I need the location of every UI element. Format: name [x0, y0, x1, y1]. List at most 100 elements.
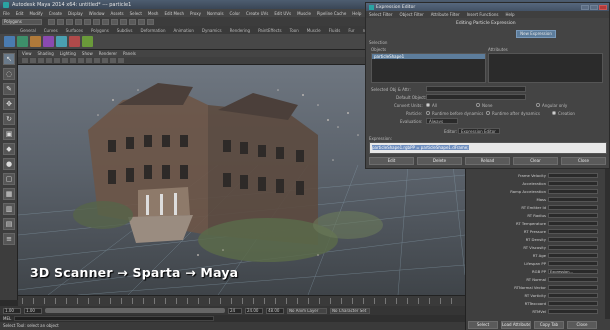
- start-time-field[interactable]: 1.00: [3, 307, 21, 314]
- shelf-tab-painteffects[interactable]: PaintEffects: [256, 27, 284, 34]
- ee-menu-attribute-filter[interactable]: Attribute Filter: [431, 12, 460, 17]
- resolution-gate-icon[interactable]: [62, 58, 68, 63]
- attr-value[interactable]: [548, 221, 598, 226]
- menu-normals[interactable]: Normals: [207, 11, 224, 16]
- runtime-before-radio[interactable]: [426, 111, 430, 115]
- shelf-tab-animation[interactable]: Animation: [172, 27, 196, 34]
- attribute-editor-scrollbar[interactable]: [605, 169, 610, 319]
- scale-tool-icon[interactable]: ▣: [3, 128, 15, 140]
- ee-menu-object-filter[interactable]: Object Filter: [400, 12, 424, 17]
- realflow-daemon-icon[interactable]: [69, 36, 80, 47]
- smooth-shade-icon[interactable]: [78, 58, 84, 63]
- menu-color[interactable]: Color: [230, 11, 240, 16]
- shelf-tab-general[interactable]: General: [18, 27, 38, 34]
- attr-value[interactable]: [548, 293, 598, 298]
- paint-select-icon[interactable]: ✎: [3, 83, 15, 95]
- snap-point-icon[interactable]: [120, 18, 127, 25]
- ee-menu-insert-functions[interactable]: Insert Functions: [467, 12, 499, 17]
- expression-textarea[interactable]: particleShape1.rgbPP = particleShape1.dF…: [369, 142, 607, 154]
- menu-select[interactable]: Select: [130, 11, 142, 16]
- realflow-export-icon[interactable]: [30, 36, 41, 47]
- wireframe-icon[interactable]: [70, 58, 76, 63]
- attr-value[interactable]: [548, 181, 598, 186]
- creation-radio[interactable]: [552, 111, 556, 115]
- select-component-icon[interactable]: [93, 18, 100, 25]
- menu-window[interactable]: Window: [89, 11, 105, 16]
- attr-value[interactable]: [548, 189, 598, 194]
- realflow-emitter-icon[interactable]: [17, 36, 28, 47]
- shelf-tab-fluids[interactable]: Fluids: [327, 27, 343, 34]
- attr-value[interactable]: [548, 253, 598, 258]
- ee-menu-select-filter[interactable]: Select Filter: [369, 12, 393, 17]
- attr-value[interactable]: [548, 197, 598, 202]
- shelf-tab-rendering[interactable]: Rendering: [228, 27, 252, 34]
- shelf-tab-deformation[interactable]: Deformation: [139, 27, 168, 34]
- menu-help[interactable]: Help: [352, 11, 361, 16]
- attr-value[interactable]: [548, 229, 598, 234]
- shelf-tab-polygons[interactable]: Polygons: [89, 27, 111, 34]
- shadows-icon[interactable]: [102, 58, 108, 63]
- ee-minimize-button[interactable]: [581, 4, 589, 10]
- ee-menu-help[interactable]: Help: [505, 12, 514, 17]
- anim-layer-dropdown[interactable]: No Anim Layer: [287, 307, 327, 314]
- show-manipulator-icon[interactable]: ◆: [3, 143, 15, 155]
- panel-menu-view[interactable]: View: [22, 51, 32, 56]
- select-object-icon[interactable]: [84, 18, 91, 25]
- attr-value[interactable]: [548, 261, 598, 266]
- panel-menu-show[interactable]: Show: [82, 51, 93, 56]
- attr-value[interactable]: [548, 205, 598, 210]
- attr-value[interactable]: [548, 301, 598, 306]
- convert-angular-radio[interactable]: [536, 103, 540, 107]
- realflow-mesh-icon[interactable]: [43, 36, 54, 47]
- attr-value[interactable]: [548, 173, 598, 178]
- menu-mesh[interactable]: Mesh: [148, 11, 159, 16]
- attr-value[interactable]: [548, 277, 598, 282]
- default-object-field[interactable]: [426, 94, 526, 100]
- image-plane-icon[interactable]: [38, 58, 44, 63]
- outliner-icon[interactable]: ≡: [3, 233, 15, 245]
- ee-maximize-button[interactable]: [590, 4, 598, 10]
- textured-icon[interactable]: [86, 58, 92, 63]
- objects-list[interactable]: particleShape1: [371, 53, 486, 83]
- menu-edit-uvs[interactable]: Edit UVs: [274, 11, 291, 16]
- attr-select-button[interactable]: Select: [468, 321, 498, 329]
- delete-button[interactable]: Delete: [417, 157, 462, 165]
- open-scene-icon[interactable]: [57, 18, 64, 25]
- menu-edit-mesh[interactable]: Edit Mesh: [164, 11, 184, 16]
- attr-value[interactable]: [548, 245, 598, 250]
- menu-file[interactable]: File: [3, 11, 10, 16]
- character-set-dropdown[interactable]: No Character Set: [330, 307, 370, 314]
- ipr-render-icon[interactable]: [138, 18, 145, 25]
- bookmark-icon[interactable]: [30, 58, 36, 63]
- attr-value[interactable]: [548, 285, 598, 290]
- copy-tab-button[interactable]: Copy Tab: [534, 321, 564, 329]
- shelf-tab-dynamics[interactable]: Dynamics: [200, 27, 224, 34]
- menu-edit[interactable]: Edit: [16, 11, 24, 16]
- selected-obj-attr-field[interactable]: [426, 86, 526, 92]
- single-perspective-layout-icon[interactable]: ▢: [3, 173, 15, 185]
- menu-muscle[interactable]: Muscle: [297, 11, 311, 16]
- select-hierarchy-icon[interactable]: [75, 18, 82, 25]
- close-expression-button[interactable]: Close: [561, 157, 606, 165]
- reload-button[interactable]: Reload: [465, 157, 510, 165]
- xray-icon[interactable]: [118, 58, 124, 63]
- render-icon[interactable]: [129, 18, 136, 25]
- attr-value[interactable]: [548, 237, 598, 242]
- mel-label[interactable]: MEL: [3, 316, 11, 321]
- panel-menu-renderer[interactable]: Renderer: [99, 51, 117, 56]
- new-scene-icon[interactable]: [48, 18, 55, 25]
- menu-create-uvs[interactable]: Create UVs: [246, 11, 268, 16]
- panel-menu-panels[interactable]: Panels: [123, 51, 136, 56]
- attr-close-button[interactable]: Close: [567, 321, 597, 329]
- edit-button[interactable]: Edit: [369, 157, 414, 165]
- select-tool-icon[interactable]: ↖: [3, 53, 15, 65]
- shelf-tab-surfaces[interactable]: Surfaces: [64, 27, 85, 34]
- realflow-scene-icon[interactable]: [4, 36, 15, 47]
- runtime-after-radio[interactable]: [486, 111, 490, 115]
- last-tool-icon[interactable]: ●: [3, 158, 15, 170]
- snap-curve-icon[interactable]: [111, 18, 118, 25]
- shelf-tab-toon[interactable]: Toon: [288, 27, 301, 34]
- convert-none-radio[interactable]: [476, 103, 480, 107]
- menu-set-dropdown[interactable]: Polygons: [2, 18, 42, 25]
- realflow-cache-icon[interactable]: [82, 36, 93, 47]
